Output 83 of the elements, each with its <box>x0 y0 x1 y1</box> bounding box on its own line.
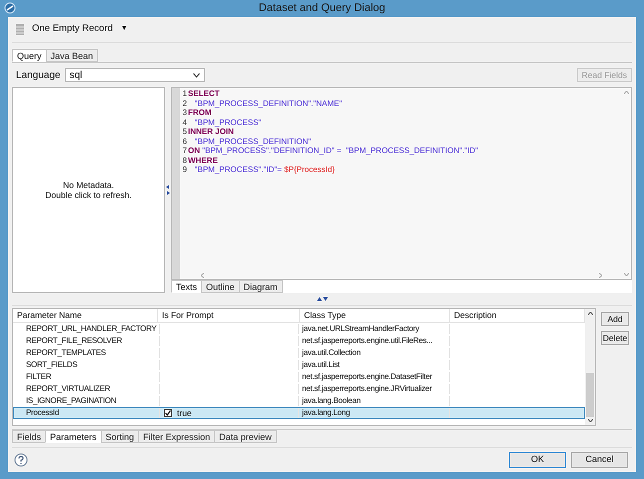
tab[interactable]: Diagram <box>238 280 283 293</box>
vertical-scrollbar[interactable] <box>585 309 595 425</box>
dialog-button[interactable]: OK <box>509 452 566 468</box>
table-row[interactable]: REPORT_TEMPLATES java.util.Collection <box>13 347 585 359</box>
scroll-down-icon <box>624 273 629 276</box>
table-cell: true <box>177 406 192 420</box>
table-action-button[interactable]: Delete <box>601 331 629 345</box>
code-line: INNER JOIN <box>188 127 234 136</box>
sql-editor[interactable] <box>171 87 632 280</box>
scroll-right-icon <box>599 272 602 278</box>
table-cell-text: REPORT_TEMPLATES <box>25 347 107 359</box>
splitter-arrows-icon <box>316 297 328 301</box>
tab[interactable]: Outline <box>201 280 240 293</box>
line-number: 6 <box>182 136 187 146</box>
code-line: "BPM_PROCESS" <box>194 118 262 127</box>
tab[interactable]: Filter Expression <box>138 430 216 443</box>
table-row[interactable]: REPORT_FILE_RESOLVER net.sf.jasperreports.engine.util.FileRes... <box>13 335 585 347</box>
line-number: 4 <box>182 118 187 127</box>
line-number: 7 <box>182 146 187 156</box>
table-cell-text: REPORT_URL_HANDLER_FACTORY <box>25 323 158 335</box>
column-header[interactable]: Is For Prompt <box>158 309 300 322</box>
table-cell-text: REPORT_FILE_RESOLVER <box>25 335 123 347</box>
table-cell-text: net.sf.jasperreports.engine.DatasetFilter <box>301 371 434 383</box>
line-number: 8 <box>182 156 187 165</box>
table-row[interactable]: REPORT_URL_HANDLER_FACTORY java.net.URLStreamHandlerFactory <box>13 323 585 335</box>
table-row[interactable]: REPORT_VIRTUALIZER net.sf.jasperreports.engine.JRVirtualizer <box>13 383 585 395</box>
collapse-arrows-icon <box>166 185 170 195</box>
table-row[interactable]: ProcessId true java.lang.Long <box>13 407 585 419</box>
table-cell-text: FILTER <box>25 371 52 383</box>
table-cell-text: REPORT_VIRTUALIZER <box>25 383 112 395</box>
table-row[interactable]: IS_IGNORE_PAGINATION java.lang.Boolean <box>13 395 585 407</box>
tab[interactable]: Parameters <box>45 430 102 443</box>
column-header[interactable]: Class Type <box>300 309 450 322</box>
scroll-thumb[interactable] <box>586 373 594 417</box>
table-cell-text: SORT_FIELDS <box>25 359 78 371</box>
window-title: Dataset and Query Dialog <box>258 1 386 16</box>
checkbox[interactable] <box>164 409 172 417</box>
code-line: SELECT <box>188 89 220 98</box>
table-cell-text: ProcessId <box>25 407 60 419</box>
app-icon <box>4 2 16 14</box>
code-line: WHERE <box>188 156 218 165</box>
help-icon[interactable] <box>14 453 28 467</box>
scroll-up-icon <box>588 312 592 315</box>
code-line: "BPM_PROCESS_DEFINITION" <box>194 136 312 146</box>
database-icon <box>16 24 24 35</box>
language-label: Language <box>16 68 60 82</box>
vertical-scrollbar[interactable] <box>622 88 631 279</box>
tab[interactable]: Java Bean <box>46 49 98 62</box>
dialog-button[interactable]: Cancel <box>571 452 628 468</box>
tab[interactable]: Sorting <box>100 430 140 443</box>
table-cell-text: net.sf.jasperreports.engine.JRVirtualizer <box>301 383 433 395</box>
table-cell-text: java.util.List <box>300 359 341 371</box>
language-dropdown[interactable]: sql <box>64 68 204 82</box>
tab[interactable]: Data preview <box>214 430 277 443</box>
table-cell-text: java.util.Collection <box>300 347 362 359</box>
metadata-panel[interactable]: No Metadata. Double click to refresh. <box>12 87 165 293</box>
table-row[interactable]: SORT_FIELDS java.util.List <box>13 359 585 371</box>
tab[interactable]: Query <box>12 49 47 62</box>
table-action-button[interactable]: Add <box>601 312 629 326</box>
chevron-down-icon <box>192 72 200 78</box>
tab[interactable]: Fields <box>12 430 46 443</box>
table-row[interactable]: FILTER net.sf.jasperreports.engine.DatasetFilter <box>13 371 585 383</box>
scroll-up-icon <box>624 91 629 94</box>
checkmark-icon <box>165 410 171 416</box>
tab[interactable]: Texts <box>171 280 202 293</box>
column-header[interactable]: Parameter Name <box>13 309 158 322</box>
metadata-message: No Metadata. Double click to refresh. <box>45 180 132 200</box>
code-line: "BPM_PROCESS"."ID"= $P{ProcessId} <box>194 165 335 174</box>
code-line: ON "BPM_PROCESS"."DEFINITION_ID" = "BPM_PROCESS_DEFINITION"."ID" <box>188 146 478 156</box>
line-number: 3 <box>182 108 187 118</box>
line-number: 1 <box>182 89 187 98</box>
line-number: 2 <box>182 98 187 108</box>
scroll-down-icon <box>588 419 592 422</box>
line-number: 9 <box>182 165 187 174</box>
code-line: "BPM_PROCESS_DEFINITION"."NAME" <box>194 98 342 108</box>
table-cell-text: net.sf.jasperreports.engine.util.FileRes... <box>301 335 434 347</box>
scroll-left-icon <box>201 272 204 278</box>
code-line: FROM <box>188 108 212 118</box>
table-cell-text: java.lang.Long <box>300 407 351 419</box>
table-cell-text: java.net.URLStreamHandlerFactory <box>300 323 420 335</box>
line-number: 5 <box>182 127 187 136</box>
table-cell-text: java.lang.Boolean <box>300 395 362 407</box>
table-cell-text: IS_IGNORE_PAGINATION <box>25 395 118 407</box>
